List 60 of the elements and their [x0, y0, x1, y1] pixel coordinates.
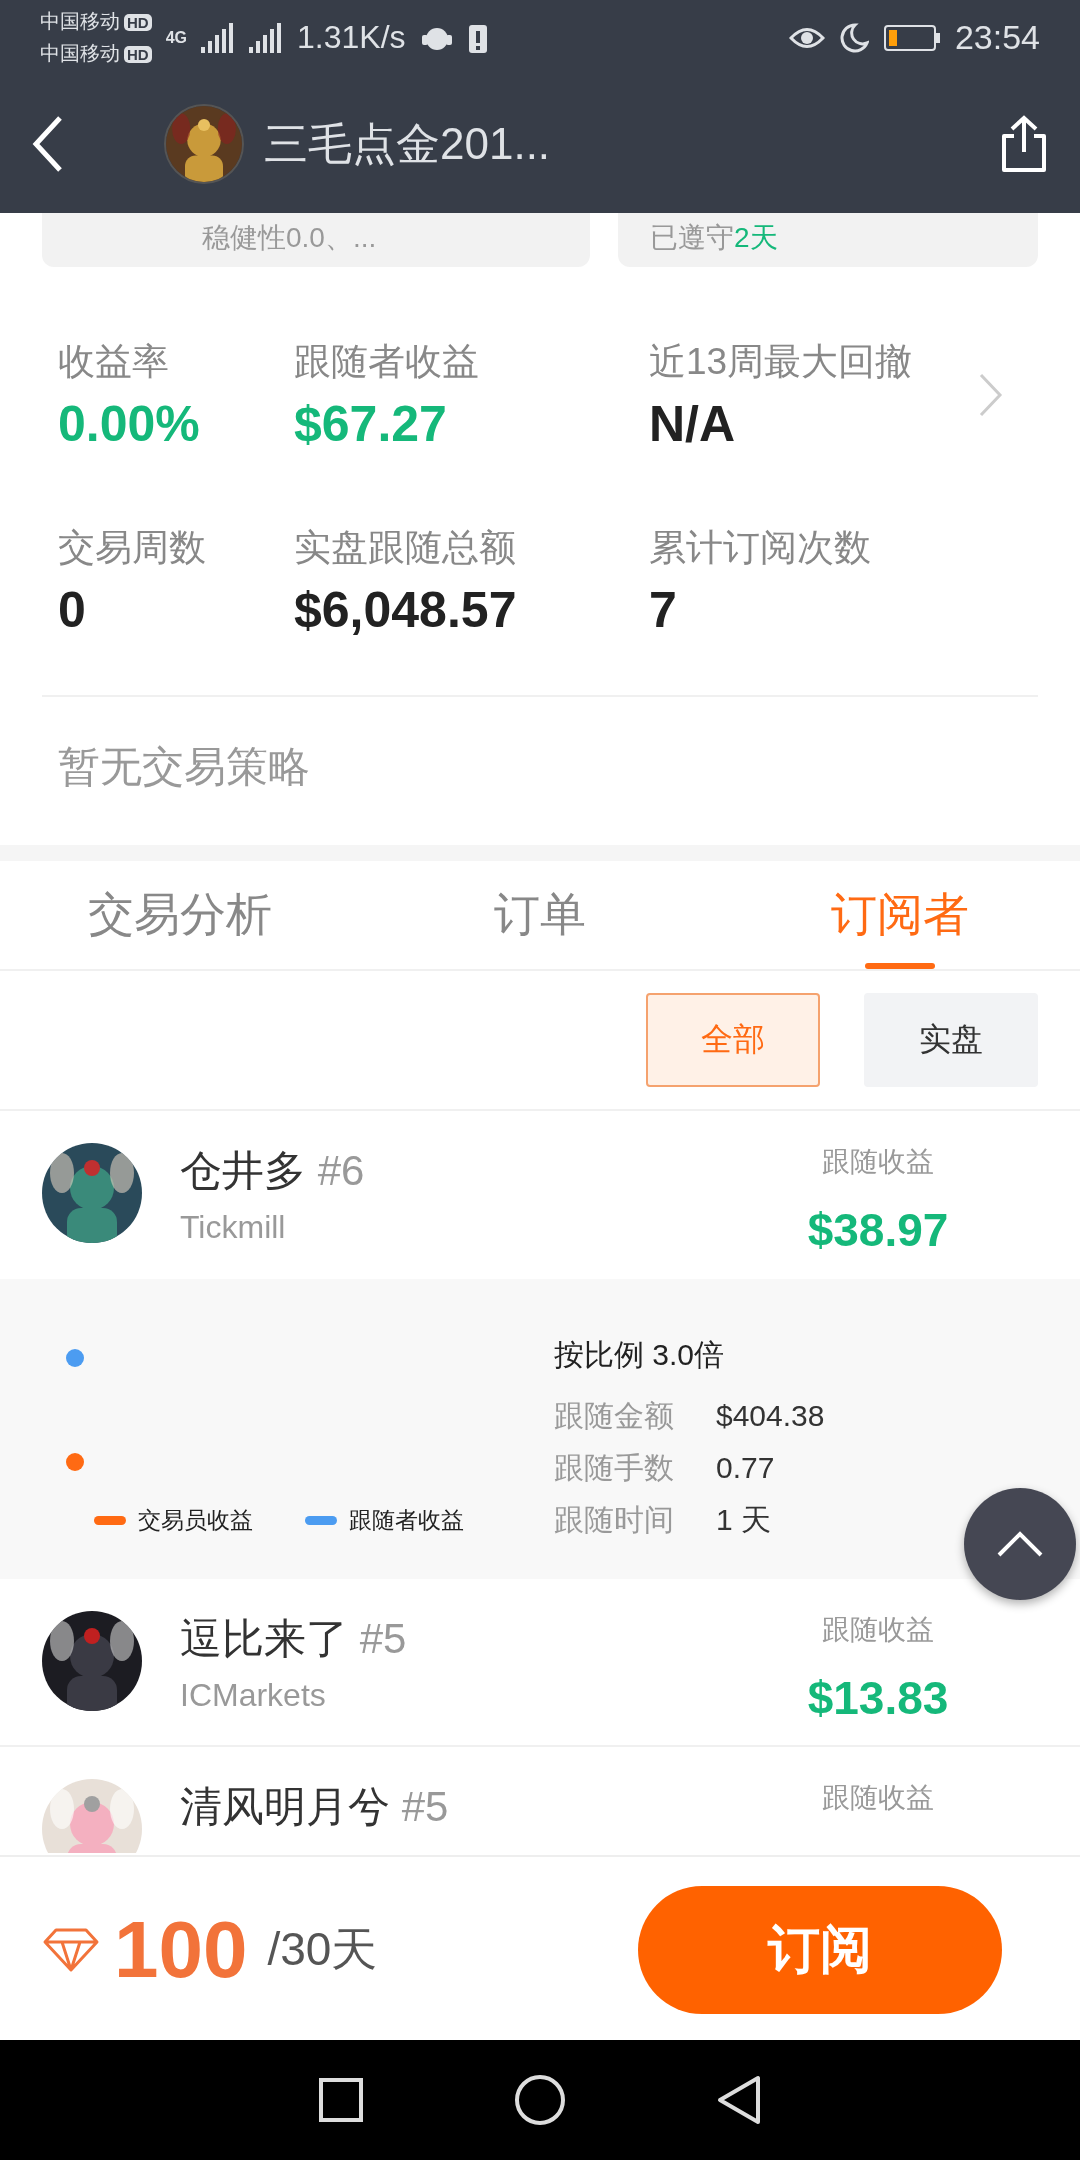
home-icon[interactable] [514, 2074, 566, 2126]
signal-icon [249, 22, 283, 53]
stat-label: 实盘跟随总额 [294, 526, 517, 570]
stat-value: 7 [649, 581, 678, 639]
tab[interactable]: 交易分析 [0, 861, 360, 969]
carrier-name: 中国移动 HD [40, 5, 152, 38]
detail-value: $404.38 [716, 1398, 825, 1434]
price-period: /30天 [267, 1921, 379, 1977]
trader-name: 三毛点金201... [264, 117, 552, 170]
carrier-name: 中国移动 HD [40, 37, 152, 70]
subscriber-row[interactable]: 仓井多 #6 Tickmill 跟随收益 $38.97 [0, 1111, 1080, 1279]
diamond-icon [42, 1926, 100, 1973]
subscriber-name: 仓井多 #6 [180, 1146, 366, 1196]
copy-ratio: 按比例 3.0倍 [554, 1337, 726, 1373]
signal-icon [201, 22, 235, 53]
stat-value: N/A [649, 395, 737, 453]
chevron-up-icon [996, 1530, 1044, 1558]
info-card: 稳健性0.0、... [42, 213, 590, 267]
stat-value: $6,048.57 [294, 581, 518, 639]
clock-time: 23:54 [954, 18, 1040, 57]
moon-icon [838, 22, 869, 53]
earnings-label: 跟随收益 [821, 1781, 935, 1815]
detail-label: 跟随手数 [554, 1450, 675, 1486]
earnings-value: $13.83 [806, 1671, 950, 1725]
stat-label: 交易周数 [58, 526, 207, 570]
detail-label: 跟随时间 [554, 1502, 675, 1538]
chart-dot [66, 1453, 84, 1471]
stat-label: 近13周最大回撤 [649, 340, 914, 384]
detail-label: 跟随金额 [554, 1398, 675, 1434]
legend-label: 跟随者收益 [349, 1506, 464, 1535]
strategy-note: 暂无交易策略 [57, 742, 311, 792]
earnings-value: $38.97 [806, 1203, 950, 1257]
info-card: 已遵守2天 [618, 213, 1038, 267]
stat-label: 收益率 [58, 340, 170, 384]
legend-label: 交易员收益 [138, 1506, 253, 1535]
back-icon[interactable] [716, 2075, 762, 2125]
detail-value: 1 天 [716, 1502, 772, 1538]
detail-value: 0.77 [716, 1450, 775, 1486]
stat-value: 0.00% [58, 395, 201, 453]
broker-name: ICMarkets [180, 1677, 327, 1714]
tab[interactable]: 订单 [360, 861, 720, 969]
stat-label: 累计订阅次数 [649, 526, 872, 570]
price: 100 [114, 1903, 248, 1996]
stat-value: 0 [58, 581, 87, 639]
earnings-label: 跟随收益 [821, 1145, 935, 1179]
subscribe-button[interactable]: 订阅 [638, 1885, 1002, 2014]
stat-label: 跟随者收益 [294, 340, 480, 384]
earnings-label: 跟随收益 [821, 1613, 935, 1647]
stat-value: $67.27 [294, 395, 448, 453]
network-speed: 1.31K/s [297, 19, 406, 56]
filter-button[interactable]: 实盘 [864, 993, 1038, 1087]
chart-dot [66, 1349, 84, 1367]
recent-apps-icon[interactable] [318, 2077, 364, 2123]
subscriber-name: 清风明月兮 #5 [180, 1782, 450, 1832]
filter-button[interactable]: 全部 [646, 993, 820, 1087]
tab[interactable]: 订阅者 [720, 861, 1080, 969]
broker-name: Tickmill [180, 1209, 287, 1246]
subscriber-name: 逗比来了 #5 [180, 1614, 408, 1664]
network-type: 4G [165, 28, 187, 47]
battery-icon [882, 23, 941, 52]
